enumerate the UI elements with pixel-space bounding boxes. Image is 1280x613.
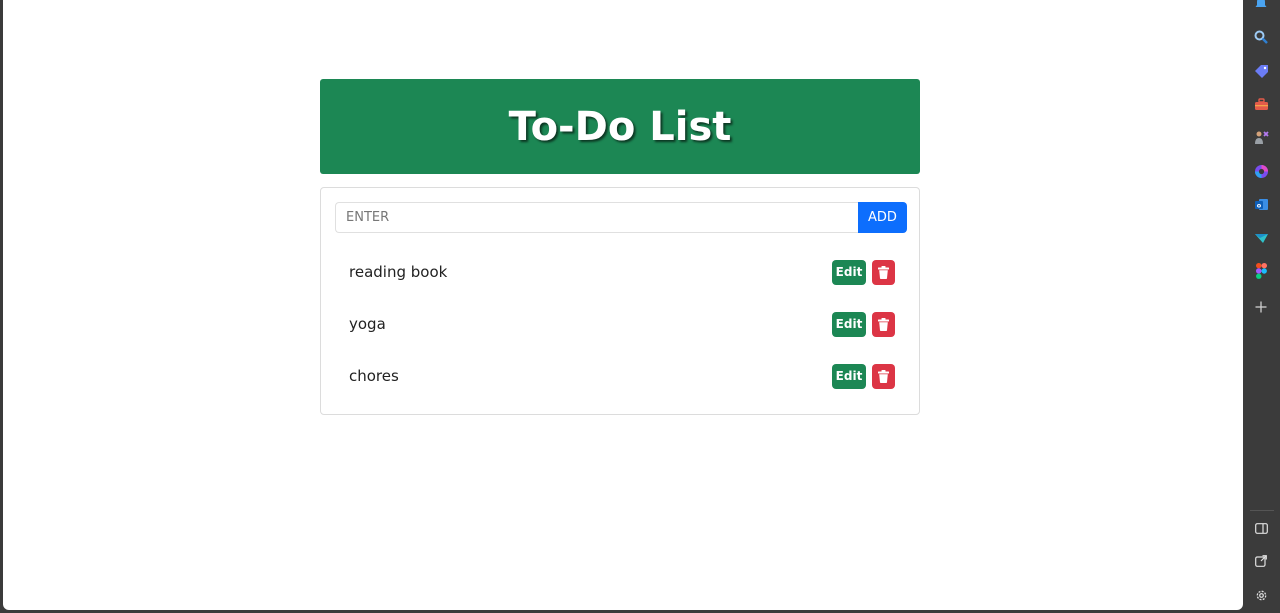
split-screen-icon[interactable] — [1252, 519, 1270, 537]
todo-item: yoga Edit — [321, 298, 921, 350]
todo-card: ADD reading book Edit yoga Edit — [320, 187, 920, 415]
edit-button[interactable]: Edit — [832, 363, 866, 389]
delete-button[interactable] — [872, 363, 895, 389]
chess-icon[interactable] — [1252, 128, 1270, 146]
delete-button[interactable] — [872, 311, 895, 337]
app-header: To-Do List — [320, 79, 920, 174]
outlook-icon[interactable]: o — [1252, 195, 1270, 213]
todo-list: reading book Edit yoga Edit chores Edit — [321, 246, 921, 402]
todo-item: reading book Edit — [321, 246, 921, 298]
copilot-icon[interactable] — [1252, 162, 1270, 180]
add-todo-form: ADD — [335, 202, 907, 233]
todo-actions: Edit — [832, 311, 895, 337]
page-title: To-Do List — [508, 103, 732, 150]
add-icon[interactable] — [1252, 298, 1270, 316]
trash-icon — [878, 369, 889, 383]
settings-icon[interactable] — [1252, 586, 1270, 604]
todo-item: chores Edit — [321, 350, 921, 402]
svg-text:o: o — [1256, 201, 1261, 209]
trash-icon — [878, 265, 889, 279]
external-link-icon[interactable] — [1252, 552, 1270, 570]
tag-icon[interactable] — [1252, 62, 1270, 80]
edit-button[interactable]: Edit — [832, 311, 866, 337]
todo-text: yoga — [349, 315, 386, 333]
toolbox-icon[interactable] — [1252, 95, 1270, 113]
browser-sidebar: o — [1244, 0, 1280, 613]
todo-text: chores — [349, 367, 399, 385]
trash-icon — [878, 317, 889, 331]
todo-actions: Edit — [832, 259, 895, 285]
sidebar-divider — [1250, 510, 1274, 511]
delete-button[interactable] — [872, 259, 895, 285]
todo-text: reading book — [349, 263, 448, 281]
todo-input[interactable] — [335, 202, 858, 233]
todo-actions: Edit — [832, 363, 895, 389]
bell-icon[interactable] — [1252, 0, 1270, 12]
edit-button[interactable]: Edit — [832, 259, 866, 285]
search-icon[interactable] — [1252, 28, 1270, 46]
add-button[interactable]: ADD — [858, 202, 907, 233]
send-icon[interactable] — [1252, 229, 1270, 247]
figma-icon[interactable] — [1252, 262, 1270, 280]
